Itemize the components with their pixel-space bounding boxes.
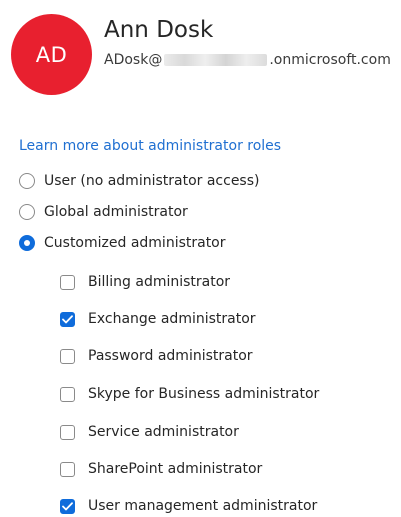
role-checkbox-exchange-admin[interactable]: Exchange administrator (60, 308, 256, 330)
role-checkbox-user-management-admin[interactable]: User management administrator (60, 495, 317, 517)
role-checkbox-password-admin[interactable]: Password administrator (60, 345, 253, 367)
checkbox-label: SharePoint administrator (88, 461, 263, 477)
avatar: AD (11, 14, 92, 95)
role-option-customized-admin[interactable]: Customized administrator (19, 232, 226, 254)
radio-button[interactable] (19, 235, 35, 251)
checkbox-label: Exchange administrator (88, 311, 256, 327)
user-name: Ann Dosk (104, 17, 214, 43)
role-checkbox-billing-admin[interactable]: Billing administrator (60, 271, 230, 293)
user-email: ADosk@ .onmicrosoft.com (104, 52, 391, 68)
checkbox[interactable] (60, 461, 75, 477)
checkbox-label: Password administrator (88, 348, 253, 364)
role-option-label: User (no administrator access) (44, 173, 260, 189)
email-suffix: .onmicrosoft.com (269, 52, 391, 68)
role-option-label: Global administrator (44, 204, 188, 220)
checkbox-label: User management administrator (88, 498, 318, 514)
checkbox-label: Skype for Business administrator (88, 386, 320, 402)
avatar-initials: AD (35, 42, 68, 67)
email-prefix: ADosk@ (104, 52, 163, 68)
radio-button[interactable] (19, 204, 35, 220)
role-option-global-admin[interactable]: Global administrator (19, 201, 188, 223)
checkbox[interactable] (60, 498, 75, 514)
role-checkbox-sharepoint-admin[interactable]: SharePoint administrator (60, 458, 262, 480)
role-checkbox-skype-admin[interactable]: Skype for Business administrator (60, 383, 319, 405)
checkbox[interactable] (60, 424, 75, 440)
learn-more-link[interactable]: Learn more about administrator roles (19, 138, 281, 154)
role-option-label: Customized administrator (44, 235, 226, 251)
checkbox-label: Service administrator (88, 424, 239, 440)
checkbox[interactable] (60, 348, 75, 364)
checkbox[interactable] (60, 274, 75, 290)
checkbox[interactable] (60, 311, 75, 327)
role-checkbox-service-admin[interactable]: Service administrator (60, 421, 239, 443)
email-redaction (164, 54, 268, 66)
user-header: AD Ann Dosk ADosk@ .onmicrosoft.com (0, 0, 401, 110)
checkbox[interactable] (60, 386, 75, 402)
radio-button[interactable] (19, 173, 35, 189)
role-option-user[interactable]: User (no administrator access) (19, 170, 259, 192)
checkbox-label: Billing administrator (88, 274, 231, 290)
